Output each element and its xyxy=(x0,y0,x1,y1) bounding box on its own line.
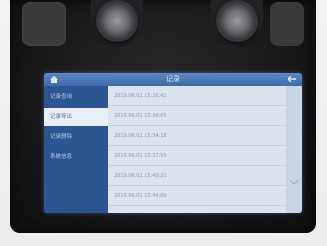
list-item[interactable]: 2019.06.01 15:37:55 xyxy=(108,146,286,166)
list-item[interactable]: 2019.06.01 15:34:18 xyxy=(108,126,286,146)
back-icon[interactable] xyxy=(288,76,296,83)
left-rotary-knob[interactable] xyxy=(96,0,138,42)
list-item[interactable]: 2019.06.01 15:30:05 xyxy=(108,106,286,126)
list-item[interactable]: 2019.06.01 15:40:21 xyxy=(108,166,286,186)
sidebar-item-query[interactable]: 记录查询 xyxy=(44,88,108,106)
record-list: 2019.06.01 15:26:42 2019.06.01 15:30:05 … xyxy=(108,86,286,213)
window-title: 记录 xyxy=(166,75,180,83)
sidebar-item-export[interactable]: 记录导出 xyxy=(44,108,108,126)
display-screen: 记录 记录查询 记录导出 记录删除 系统信息 2019.06.01 15:26:… xyxy=(44,73,302,213)
left-hardware-button[interactable] xyxy=(22,2,66,46)
right-rotary-knob[interactable] xyxy=(216,0,258,42)
sidebar-item-info[interactable]: 系统信息 xyxy=(44,148,108,166)
sidebar-item-delete[interactable]: 记录删除 xyxy=(44,128,108,146)
right-hardware-button[interactable] xyxy=(270,2,304,46)
chevron-down-icon[interactable] xyxy=(290,179,298,185)
list-item[interactable]: 2019.06.01 15:44:09 xyxy=(108,186,286,206)
list-item[interactable]: 2019.06.01 15:26:42 xyxy=(108,86,286,106)
home-icon[interactable] xyxy=(50,76,58,83)
title-bar: 记录 xyxy=(44,73,302,86)
scrollbar[interactable] xyxy=(286,86,302,213)
sidebar: 记录查询 记录导出 记录删除 系统信息 xyxy=(44,86,108,213)
